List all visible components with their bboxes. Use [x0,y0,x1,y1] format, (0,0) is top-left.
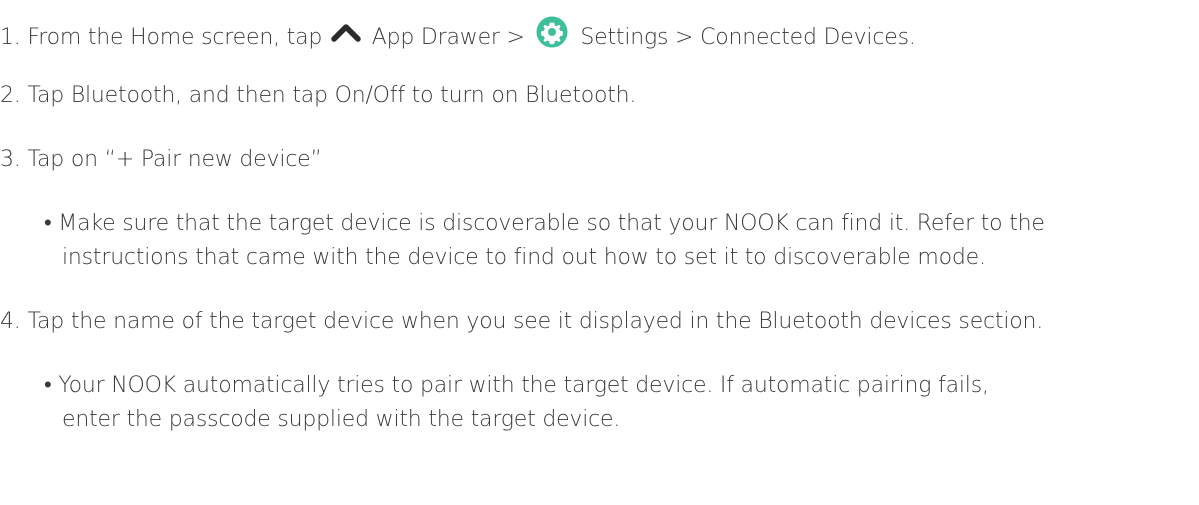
bullet-pairing-line-1: • Your NOOK automatically tries to pair … [44,373,989,398]
step-4: 4. Tap the name of the target device whe… [0,309,1044,334]
settings-path-label: Settings > Connected Devices. [580,25,916,50]
bullet-discoverable-line-1: • Make sure that the target device is di… [44,211,1045,236]
chevron-up-icon [329,22,365,50]
bullet-pairing-line-2: enter the passcode supplied with the tar… [62,407,621,432]
step-3: 3. Tap on “+ Pair new device” [0,147,322,172]
step-1-prefix: 1. From the Home screen, tap [0,25,323,50]
gear-icon [532,16,574,56]
app-drawer-label: App Drawer > [371,25,525,50]
step-2: 2. Tap Bluetooth, and then tap On/Off to… [0,83,637,108]
bullet-discoverable-line-2: instructions that came with the device t… [62,245,986,270]
step-1: 1. From the Home screen, tap App Drawer … [0,16,916,58]
